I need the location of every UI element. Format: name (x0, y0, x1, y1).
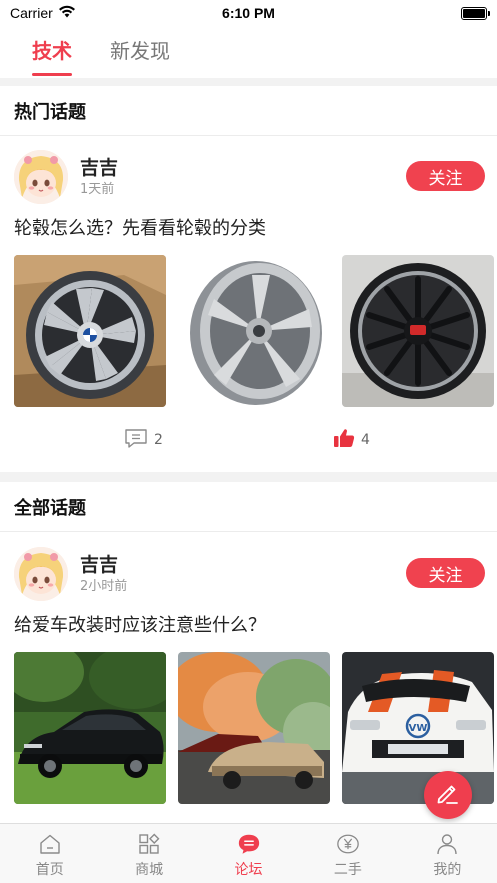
hot-section-title: 热门话题 (14, 101, 86, 123)
separator (0, 472, 497, 482)
post-title[interactable]: 给爱车改装时应该注意些什么？ (14, 613, 266, 639)
comment-count: 2 (154, 432, 163, 448)
post-images (14, 255, 494, 407)
home-icon (38, 832, 62, 856)
post-image-black-coupe[interactable] (14, 652, 166, 804)
post-time: 2小时前 (80, 579, 128, 594)
like-count: 4 (361, 432, 370, 448)
hot-section-header: 热门话题 (0, 86, 497, 136)
battery-fill (463, 8, 485, 18)
avatar[interactable] (14, 547, 68, 601)
bottom-tab-bar: 首页 商城 论坛 二手 我的 (0, 823, 497, 883)
thumbs-up-icon (333, 428, 355, 452)
nav-profile-label: 我的 (433, 862, 462, 878)
nav-forum-label: 论坛 (234, 862, 263, 878)
tab-tech[interactable]: 技术 (32, 28, 72, 78)
all-section-title: 全部话题 (14, 497, 86, 519)
tab-discover[interactable]: 新发现 (110, 28, 170, 78)
nav-home[interactable]: 首页 (0, 824, 99, 883)
post-author[interactable]: 吉吉 2小时前 (14, 547, 127, 601)
post-image-wheel-bmw[interactable] (14, 255, 166, 407)
like-stat[interactable]: 4 (333, 428, 370, 452)
follow-button[interactable]: 关注 (406, 558, 485, 588)
active-tab-underline (32, 73, 72, 76)
user-meta: 吉吉 2小时前 (80, 552, 127, 596)
status-left: Carrier (10, 5, 76, 21)
pencil-icon (435, 780, 461, 810)
battery-icon (461, 6, 490, 20)
post-image-wheel-five-spoke[interactable] (178, 255, 330, 407)
all-post-card[interactable]: 吉吉 2小时前 关注 给爱车改装时应该注意些什么？ VW (0, 547, 497, 823)
all-section-header: 全部话题 (0, 482, 497, 532)
yen-tag-icon (336, 832, 360, 856)
post-stats: 2 4 (0, 424, 497, 454)
follow-button[interactable]: 关注 (406, 161, 485, 191)
forum-icon (237, 832, 261, 856)
status-bar: Carrier 6:10 PM (0, 0, 497, 26)
person-icon (435, 832, 459, 856)
separator (0, 78, 497, 86)
compose-button[interactable] (424, 771, 472, 819)
nav-secondhand[interactable]: 二手 (298, 824, 397, 883)
comment-stat[interactable]: 2 (124, 428, 163, 452)
wifi-icon (58, 5, 76, 21)
post-images: VW (14, 652, 494, 804)
user-meta: 吉吉 1天前 (80, 155, 118, 199)
user-name[interactable]: 吉吉 (80, 552, 127, 578)
avatar[interactable] (14, 150, 68, 204)
nav-forum[interactable]: 论坛 (199, 824, 298, 883)
post-image-white-rally[interactable]: VW (342, 652, 494, 804)
nav-profile[interactable]: 我的 (398, 824, 497, 883)
nav-store-label: 商城 (135, 862, 164, 878)
store-grid-icon (137, 832, 161, 856)
comment-icon (124, 428, 148, 452)
nav-home-label: 首页 (35, 862, 64, 878)
tab-discover-label: 新发现 (110, 39, 170, 63)
top-tabs: 技术 新发现 (0, 28, 497, 78)
post-image-colored-smoke[interactable] (178, 652, 330, 804)
post-author[interactable]: 吉吉 1天前 (14, 150, 118, 204)
user-name[interactable]: 吉吉 (80, 155, 118, 181)
post-time: 1天前 (80, 182, 115, 197)
svg-text:VW: VW (409, 723, 428, 734)
post-title[interactable]: 轮毂怎么选？先看看轮毂的分类 (14, 216, 266, 242)
post-image-wheel-black[interactable] (342, 255, 494, 407)
hot-post-card[interactable]: 吉吉 1天前 关注 轮毂怎么选？先看看轮毂的分类 2 4 (0, 150, 497, 470)
tab-tech-label: 技术 (32, 39, 72, 63)
nav-store[interactable]: 商城 (99, 824, 198, 883)
carrier-label: Carrier (10, 5, 53, 21)
nav-secondhand-label: 二手 (333, 862, 362, 878)
